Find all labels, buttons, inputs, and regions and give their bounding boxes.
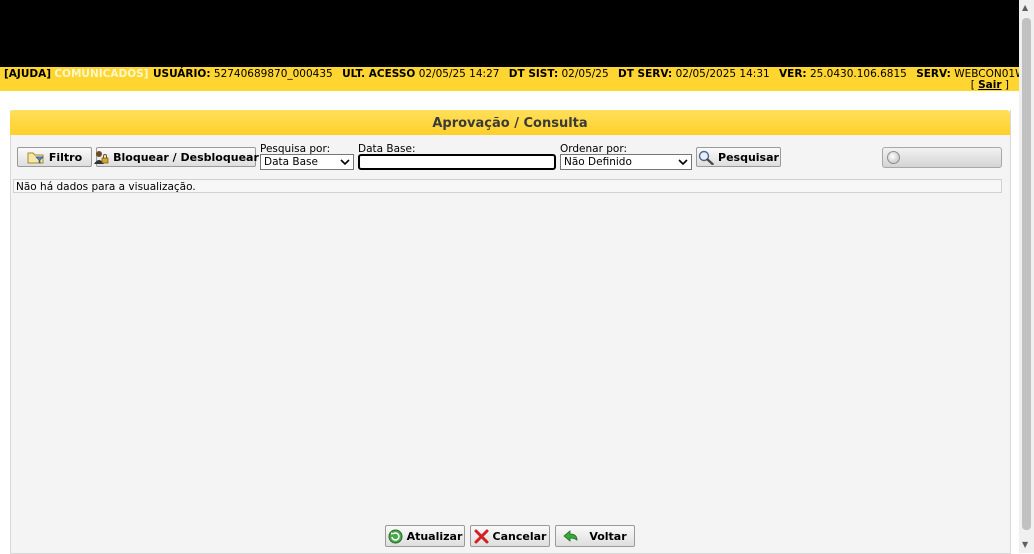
scrollbar-thumb[interactable] [1022,18,1031,530]
data-base-input[interactable] [358,154,556,170]
empty-results-message: Não há dados para a visualização. [13,179,1002,193]
sair-link[interactable]: Sair [978,79,1001,91]
scroll-up-icon[interactable]: ▲ [1022,3,1028,12]
folder-filter-icon [27,150,45,164]
filtro-label: Filtro [48,150,83,164]
atualizar-button[interactable]: Atualizar [385,525,465,547]
bloquear-label: Bloquear / Desbloquear [113,150,259,164]
user-lock-icon [93,150,109,165]
filtro-button[interactable]: Filtro [17,147,92,167]
dt-sist-value: 02/05/25 [561,68,609,80]
dt-serv-label: DT SERV: [618,68,673,80]
dt-sist-label: DT SIST: [508,68,559,80]
main-panel [10,110,1011,554]
usuario-value: 52740689870_000435 [213,68,333,80]
green-back-arrow-icon [563,529,579,543]
dt-serv-value: 02/05/2025 14:31 [675,68,770,80]
ver-label: VER: [779,68,807,80]
magnifier-icon [698,150,714,165]
serv-label: SERV: [916,68,951,80]
ult-acesso-label: ULT. ACESSO [342,68,416,80]
progress-knob-icon [887,151,900,164]
ordenar-por-value: Não Definido [564,156,632,168]
atualizar-label: Atualizar [406,529,463,543]
chevron-down-icon [340,155,350,173]
logout-area: [ Sair ] [971,79,1009,91]
red-x-icon [474,529,489,544]
ult-acesso-value: 02/05/25 14:27 [418,68,500,80]
pesquisa-por-select[interactable]: Data Base [260,154,354,170]
ordenar-por-select[interactable]: Não Definido [560,154,692,170]
refresh-icon [388,529,403,544]
bloquear-desbloquear-button[interactable]: Bloquear / Desbloquear [93,147,259,167]
session-info: USUÁRIO: 52740689870_000435 ULT. ACESSO … [153,68,1019,80]
sair-bracket-close: ] [1001,79,1009,91]
progress-indicator [882,147,1002,168]
comunicados-link[interactable]: COMUNICADOS] [54,68,148,80]
top-banner [0,0,1019,67]
voltar-label: Voltar [589,529,627,543]
panel-title: Aprovação / Consulta [10,110,1010,135]
cancelar-button[interactable]: Cancelar [470,525,550,547]
usuario-label: USUÁRIO: [153,68,211,80]
chevron-down-icon [678,155,688,173]
ajuda-link[interactable]: [AJUDA] [4,68,51,80]
info-bar: [AJUDA] COMUNICADOS] USUÁRIO: 5274068987… [0,67,1019,91]
scroll-down-icon[interactable]: ▼ [1022,540,1028,549]
sair-bracket-open: [ [970,79,979,91]
vertical-scrollbar[interactable]: ▲ ▼ [1019,0,1034,553]
voltar-button[interactable]: Voltar [555,525,635,547]
cancelar-label: Cancelar [492,529,547,543]
pesquisa-por-value: Data Base [264,156,318,168]
help-links: [AJUDA] COMUNICADOS] [4,68,148,80]
ver-value: 25.0430.106.6815 [809,68,907,80]
pesquisar-label: Pesquisar [718,150,779,164]
pesquisar-button[interactable]: Pesquisar [696,147,781,167]
